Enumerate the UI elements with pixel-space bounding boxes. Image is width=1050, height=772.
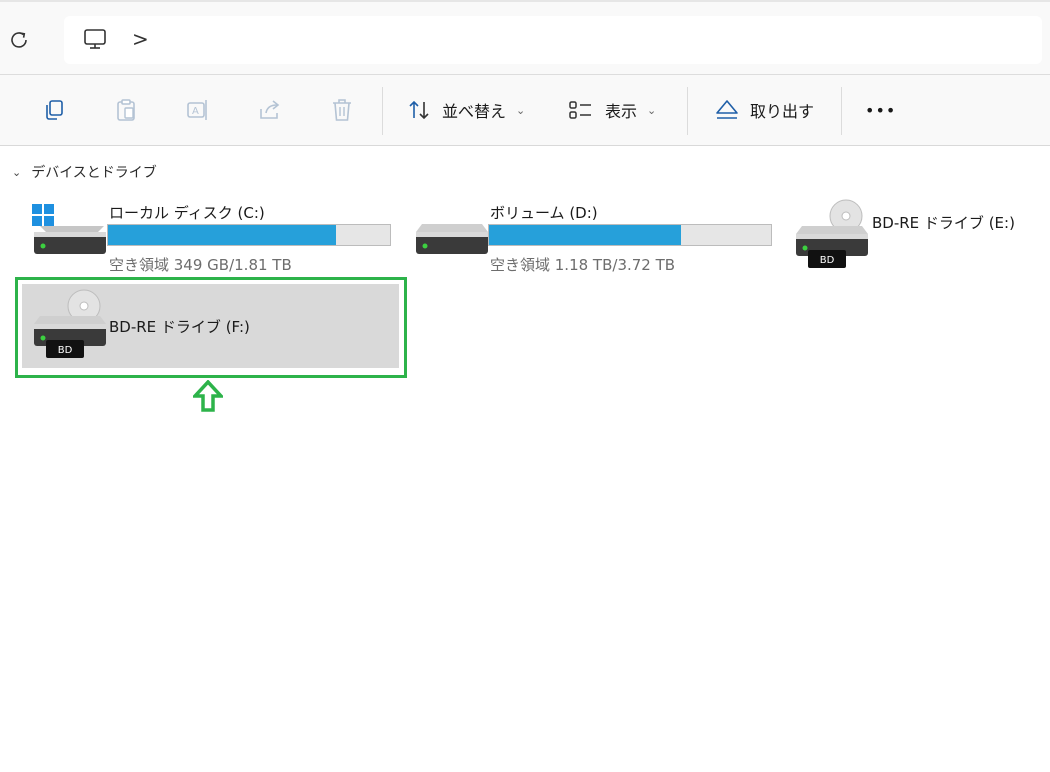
capacity-bar-fill <box>108 225 337 245</box>
refresh-icon[interactable] <box>6 27 32 53</box>
drive-tile-d[interactable]: ボリューム (D:) 空き領域 1.18 TB/3.72 TB <box>403 196 783 276</box>
svg-text:A: A <box>192 106 199 117</box>
drive-name: ローカル ディスク (C:) <box>109 204 265 222</box>
drive-name: BD-RE ドライブ (E:) <box>872 214 1015 232</box>
sort-icon <box>409 100 429 120</box>
free-space-text: 空き領域 1.18 TB/3.72 TB <box>490 256 676 274</box>
sort-button[interactable]: 並べ替え ⌄ <box>406 95 525 125</box>
free-space-text: 空き領域 349 GB/1.81 TB <box>109 256 292 274</box>
eject-button[interactable]: 取り出す <box>714 95 814 125</box>
capacity-bar <box>107 224 391 246</box>
drive-name: ボリューム (D:) <box>490 204 598 222</box>
view-button[interactable]: 表示 ⌄ <box>567 95 656 125</box>
drive-tile-e[interactable]: BD BD-RE ドライブ (E:) <box>784 196 1046 276</box>
toolbar-separator <box>382 87 383 135</box>
capacity-bar-fill <box>489 225 681 245</box>
chevron-down-icon: ⌄ <box>647 103 657 117</box>
toolbar-separator <box>687 87 688 135</box>
capacity-bar <box>488 224 772 246</box>
section-title: デバイスとドライブ <box>31 165 157 181</box>
share-icon[interactable] <box>257 97 283 123</box>
arrow-up-icon <box>193 380 223 412</box>
windows-drive-icon <box>32 204 106 254</box>
address-input[interactable]: > <box>64 16 1042 64</box>
address-bar-area: > <box>0 2 1050 75</box>
paste-icon[interactable] <box>113 97 139 123</box>
chevron-down-icon: ⌄ <box>516 103 526 117</box>
command-bar: A 並べ替え ⌄ 表示 ⌄ 取り出す ••• <box>0 75 1050 146</box>
hard-drive-icon <box>416 224 488 254</box>
copy-icon[interactable] <box>41 97 67 123</box>
eject-icon <box>716 100 738 119</box>
section-header-devices[interactable]: ⌄ デバイスとドライブ <box>12 162 157 182</box>
breadcrumb-chevron[interactable]: > <box>132 26 149 52</box>
highlight-frame <box>15 277 407 378</box>
delete-icon[interactable] <box>329 97 355 123</box>
more-icon: ••• <box>865 100 897 120</box>
sort-label: 並べ替え <box>442 102 507 121</box>
bd-badge: BD <box>820 255 835 266</box>
rename-icon[interactable]: A <box>185 97 211 123</box>
eject-label: 取り出す <box>750 102 815 121</box>
toolbar-separator <box>841 87 842 135</box>
chevron-down-icon: ⌄ <box>12 165 22 179</box>
more-options-button[interactable]: ••• <box>865 95 896 125</box>
bd-drive-icon: BD <box>796 199 868 268</box>
view-label: 表示 <box>605 102 638 121</box>
view-icon <box>569 101 591 119</box>
drive-tile-c[interactable]: ローカル ディスク (C:) 空き領域 349 GB/1.81 TB <box>22 196 402 276</box>
this-pc-icon[interactable] <box>82 26 108 52</box>
